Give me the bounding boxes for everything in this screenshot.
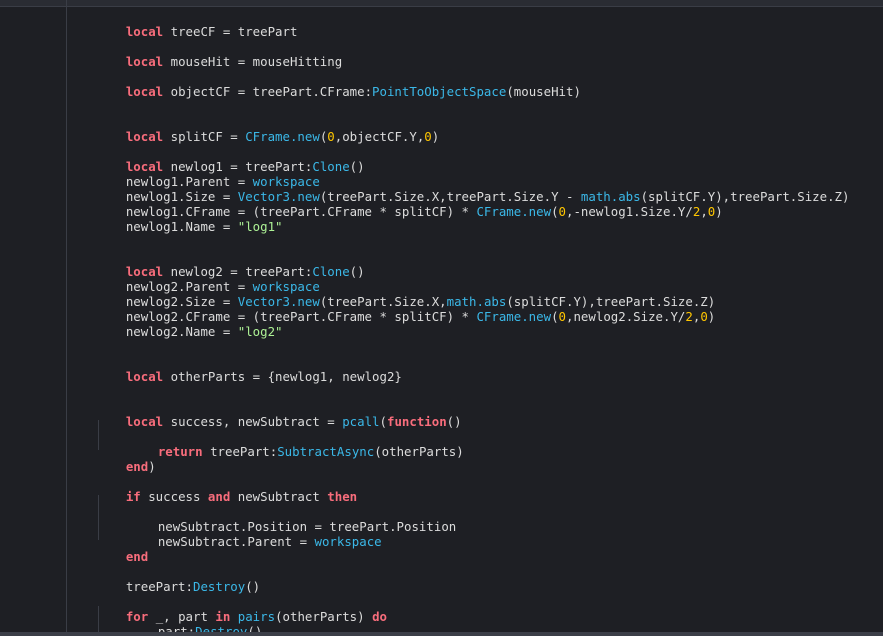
code-line[interactable]: part:Destroy() [128, 609, 262, 636]
keyword: local [125, 414, 164, 429]
code-line[interactable]: newSubtract.Parent = workspace [128, 519, 382, 549]
code-line[interactable]: local otherParts = {newlog1, newlog2} [96, 354, 402, 384]
string-literal: "log1" [237, 219, 283, 234]
string-literal: "log2" [237, 324, 283, 339]
code-text: success, newSubtract = [163, 414, 343, 429]
number-literal: 0 [424, 129, 432, 144]
code-text: () [349, 264, 365, 279]
code-text: (mouseHit) [506, 84, 581, 99]
code-text: newlog2.Name = [125, 324, 238, 339]
code-text: ( [551, 204, 559, 219]
code-line[interactable]: local treeCF = treePart [96, 9, 298, 39]
horizontal-scrollbar[interactable] [0, 632, 883, 636]
function-name: pcall [342, 414, 380, 429]
code-line[interactable]: newlog2.Parent = workspace [96, 264, 320, 294]
keyword: function [386, 414, 447, 429]
code-text: ) [715, 204, 723, 219]
code-line[interactable]: newlog2.CFrame = (treePart.CFrame * spli… [96, 294, 715, 324]
code-line[interactable]: end [96, 534, 148, 564]
code-text: objectCF = treePart.CFrame: [163, 84, 373, 99]
code-line[interactable]: end) [96, 444, 156, 474]
keyword: local [125, 129, 164, 144]
keyword: if [125, 489, 141, 504]
code-line[interactable]: local newlog1 = treePart:Clone() [96, 144, 365, 174]
code-text: treeCF = treePart [163, 24, 298, 39]
code-text: (otherParts) [374, 444, 464, 459]
code-text: () [446, 414, 462, 429]
code-text: (otherParts) [275, 609, 373, 624]
code-line[interactable]: local mouseHit = mouseHitting [96, 39, 342, 69]
code-line[interactable]: local objectCF = treePart.CFrame:PointTo… [96, 69, 581, 99]
code-line[interactable]: local success, newSubtract = pcall(funct… [96, 399, 462, 429]
code-line[interactable]: newSubtract.Position = treePart.Position [128, 504, 456, 534]
function-name: CFrame.new [476, 204, 552, 219]
code-line[interactable]: local splitCF = CFrame.new(0,objectCF.Y,… [96, 114, 439, 144]
number-literal: 0 [327, 129, 335, 144]
number-literal: 0 [558, 309, 567, 324]
code-text: ) [707, 309, 716, 324]
code-text: ( [379, 414, 387, 429]
code-text: ( [551, 309, 559, 324]
keyword: local [125, 369, 164, 384]
function-name: Destroy [192, 579, 246, 594]
code-text: otherParts = {newlog1, newlog2} [163, 369, 402, 384]
global-name: workspace [314, 534, 382, 549]
function-name: CFrame.new [476, 309, 552, 324]
keyword: return [157, 444, 203, 459]
keyword: local [125, 84, 164, 99]
function-name: PointToObjectSpace [372, 84, 507, 99]
code-text: () [245, 579, 261, 594]
code-line[interactable]: newlog2.Name = "log2" [96, 309, 283, 339]
code-text: ,-newlog1.Size.Y/ [566, 204, 693, 219]
keyword: do [372, 609, 387, 624]
code-text: newSubtract [230, 489, 328, 504]
keyword: and [207, 489, 231, 504]
number-literal: 2 [685, 309, 693, 324]
code-line[interactable]: if success and newSubtract then [96, 474, 357, 504]
keyword: then [327, 489, 358, 504]
keyword: local [125, 54, 164, 69]
number-literal: 0 [558, 204, 567, 219]
code-line[interactable]: treePart:Destroy() [96, 564, 260, 594]
code-text: ,newlog2.Size.Y/ [566, 309, 686, 324]
code-line[interactable]: local newlog2 = treePart:Clone() [96, 249, 365, 279]
code-text: newSubtract.Parent = [157, 534, 315, 549]
function-name: SubtractAsync [277, 444, 375, 459]
code-text: splitCF = [163, 129, 246, 144]
code-text: ,objectCF.Y, [334, 129, 425, 144]
code-text: () [349, 159, 365, 174]
code-text: mouseHit = mouseHitting [163, 54, 343, 69]
code-text: ) [431, 129, 440, 144]
number-literal: 0 [700, 309, 708, 324]
code-editor[interactable]: local treeCF = treePart local mouseHit =… [0, 0, 883, 636]
keyword: local [125, 24, 164, 39]
editor-top-edge [0, 0, 883, 7]
code-line[interactable]: newlog1.Parent = workspace [96, 159, 320, 189]
code-text: treePart: [125, 579, 193, 594]
gutter-divider [66, 0, 67, 636]
code-text: treePart: [202, 444, 278, 459]
function-name: CFrame.new [245, 129, 320, 144]
code-text: , [700, 204, 708, 219]
code-line[interactable]: newlog1.Size = Vector3.new(treePart.Size… [96, 174, 850, 204]
code-text: newlog1.Name = [125, 219, 238, 234]
code-text: ) [148, 459, 156, 474]
code-line[interactable]: newlog1.CFrame = (treePart.CFrame * spli… [96, 189, 723, 219]
keyword: end [125, 549, 149, 564]
code-line[interactable]: newlog2.Size = Vector3.new(treePart.Size… [96, 279, 715, 309]
code-line[interactable]: return treePart:SubtractAsync(otherParts… [128, 429, 464, 459]
keyword: end [125, 459, 149, 474]
code-line[interactable]: newlog1.Name = "log1" [96, 204, 283, 234]
code-line[interactable]: for _, part in pairs(otherParts) do [96, 594, 387, 624]
code-text: success [140, 489, 208, 504]
